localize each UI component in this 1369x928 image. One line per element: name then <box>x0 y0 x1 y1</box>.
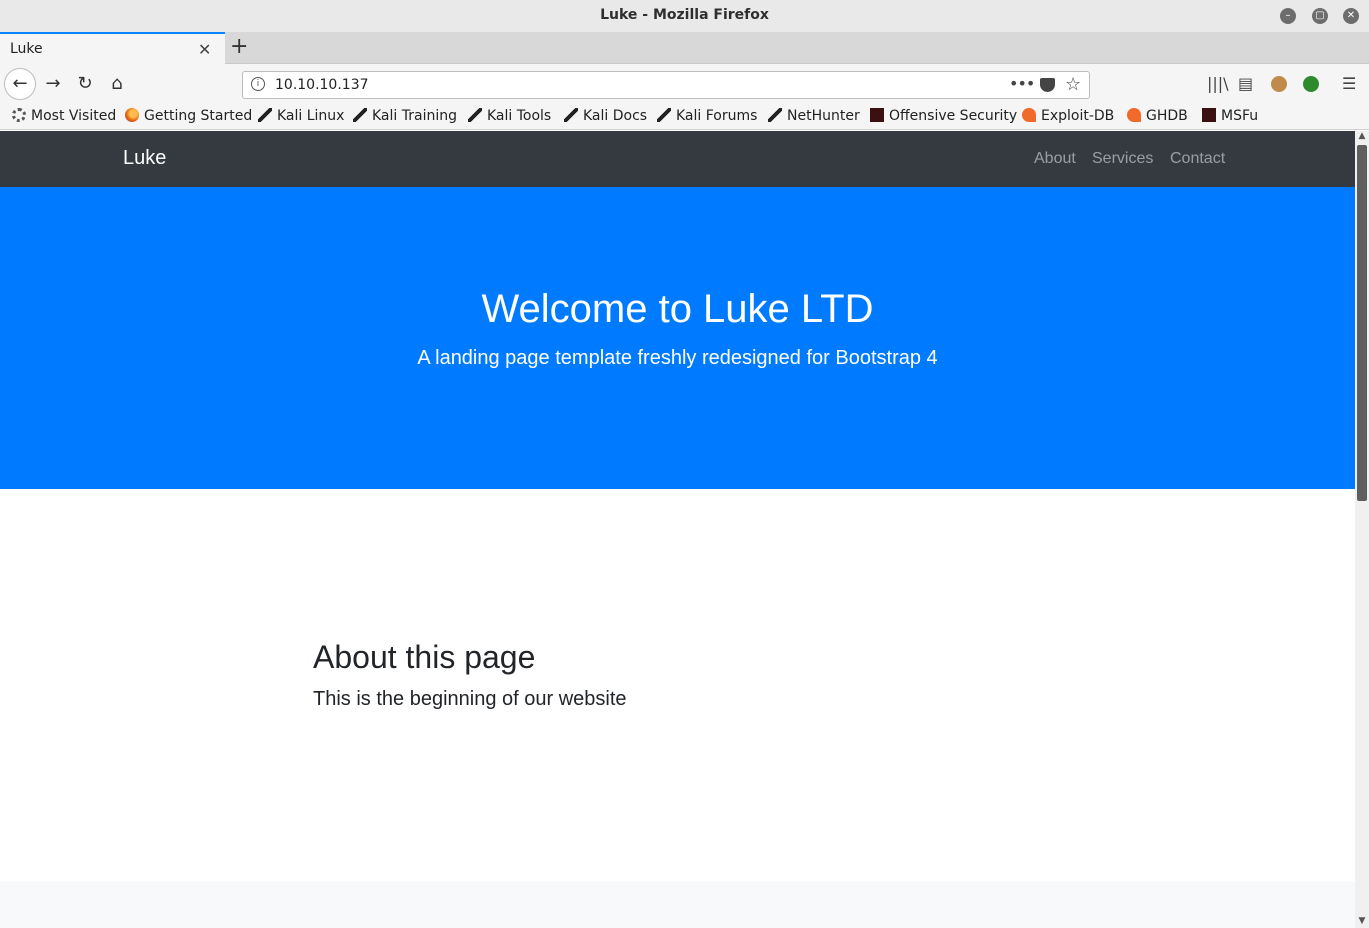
vertical-scrollbar[interactable]: ▲ ▼ <box>1355 131 1369 928</box>
site-navbar: Luke About Services Contact <box>0 131 1355 187</box>
pocket-icon[interactable] <box>1040 78 1055 92</box>
site-brand[interactable]: Luke <box>123 147 166 170</box>
extension-icon[interactable] <box>1303 76 1319 92</box>
site-info-icon[interactable]: i <box>251 77 265 91</box>
close-tab-icon[interactable]: ✕ <box>198 40 211 59</box>
kali-icon <box>258 108 272 122</box>
kali-icon <box>657 108 671 122</box>
bookmark-msfu[interactable]: MSFu <box>1202 108 1258 124</box>
kali-icon <box>768 108 782 122</box>
library-icon[interactable]: |||\ <box>1207 74 1229 93</box>
sidebar-icon[interactable]: ▤ <box>1238 74 1253 93</box>
hero-title: Welcome to Luke LTD <box>481 287 874 331</box>
scroll-up-icon[interactable]: ▲ <box>1355 131 1369 143</box>
url-bar[interactable]: i 10.10.10.137 ••• ☆ <box>242 71 1090 99</box>
tab-luke[interactable]: Luke ✕ <box>0 32 225 64</box>
bookmark-exploit-db[interactable]: Exploit-DB <box>1022 108 1114 124</box>
page-viewport: Luke About Services Contact Welcome to L… <box>0 131 1355 928</box>
url-input[interactable]: 10.10.10.137 <box>275 77 369 93</box>
gear-icon <box>12 108 26 122</box>
bookmarks-toolbar: Most Visited Getting Started Kali Linux … <box>0 104 1369 130</box>
hero-subtitle: A landing page template freshly redesign… <box>417 347 938 369</box>
tab-strip: Luke ✕ + <box>0 32 1369 64</box>
about-text: This is the beginning of our website <box>313 688 627 710</box>
bookmark-kali-forums[interactable]: Kali Forums <box>657 108 757 124</box>
scroll-thumb[interactable] <box>1357 145 1367 501</box>
about-section: About this page This is the beginning of… <box>313 639 627 711</box>
nav-link-services[interactable]: Services <box>1092 150 1153 168</box>
bookmark-ghdb[interactable]: GHDB <box>1127 108 1188 124</box>
bookmark-nethunter[interactable]: NetHunter <box>768 108 860 124</box>
bookmark-most-visited[interactable]: Most Visited <box>12 108 116 124</box>
window-titlebar: Luke - Mozilla Firefox – ▢ ✕ <box>0 0 1369 32</box>
kali-icon <box>353 108 367 122</box>
cookie-extension-icon[interactable] <box>1271 76 1287 92</box>
services-section-top <box>0 881 1355 928</box>
hamburger-menu-icon[interactable]: ☰ <box>1342 74 1356 93</box>
offsec-icon <box>1202 108 1216 122</box>
new-tab-button[interactable]: + <box>230 35 248 59</box>
bookmark-kali-tools[interactable]: Kali Tools <box>468 108 551 124</box>
reload-button[interactable]: ↻ <box>73 72 97 96</box>
bookmark-kali-docs[interactable]: Kali Docs <box>564 108 647 124</box>
scroll-down-icon[interactable]: ▼ <box>1355 916 1369 928</box>
nav-link-about[interactable]: About <box>1034 150 1076 168</box>
exploitdb-icon <box>1127 108 1141 122</box>
bookmark-kali-training[interactable]: Kali Training <box>353 108 457 124</box>
exploitdb-icon <box>1022 108 1036 122</box>
forward-button[interactable]: → <box>41 72 65 96</box>
kali-icon <box>564 108 578 122</box>
minimize-icon[interactable]: – <box>1280 8 1296 24</box>
home-button[interactable]: ⌂ <box>105 72 129 96</box>
offsec-icon <box>870 108 884 122</box>
bookmark-offensive-security[interactable]: Offensive Security <box>870 108 1017 124</box>
window-title: Luke - Mozilla Firefox <box>600 7 769 23</box>
bookmark-kali-linux[interactable]: Kali Linux <box>258 108 344 124</box>
back-button[interactable]: ← <box>4 68 36 100</box>
page-actions-icon[interactable]: ••• <box>1009 74 1035 93</box>
bookmark-star-icon[interactable]: ☆ <box>1065 74 1081 95</box>
hero-section: Welcome to Luke LTD A landing page templ… <box>0 187 1355 489</box>
tab-label: Luke <box>10 41 43 57</box>
firefox-icon <box>125 108 139 122</box>
close-window-icon[interactable]: ✕ <box>1343 8 1359 24</box>
navigation-toolbar: ← → ↻ ⌂ i 10.10.10.137 ••• ☆ |||\ ▤ ☰ <box>0 64 1369 104</box>
nav-link-contact[interactable]: Contact <box>1170 150 1225 168</box>
bookmark-getting-started[interactable]: Getting Started <box>125 108 252 124</box>
kali-icon <box>468 108 482 122</box>
about-heading: About this page <box>313 639 536 675</box>
maximize-icon[interactable]: ▢ <box>1312 8 1328 24</box>
